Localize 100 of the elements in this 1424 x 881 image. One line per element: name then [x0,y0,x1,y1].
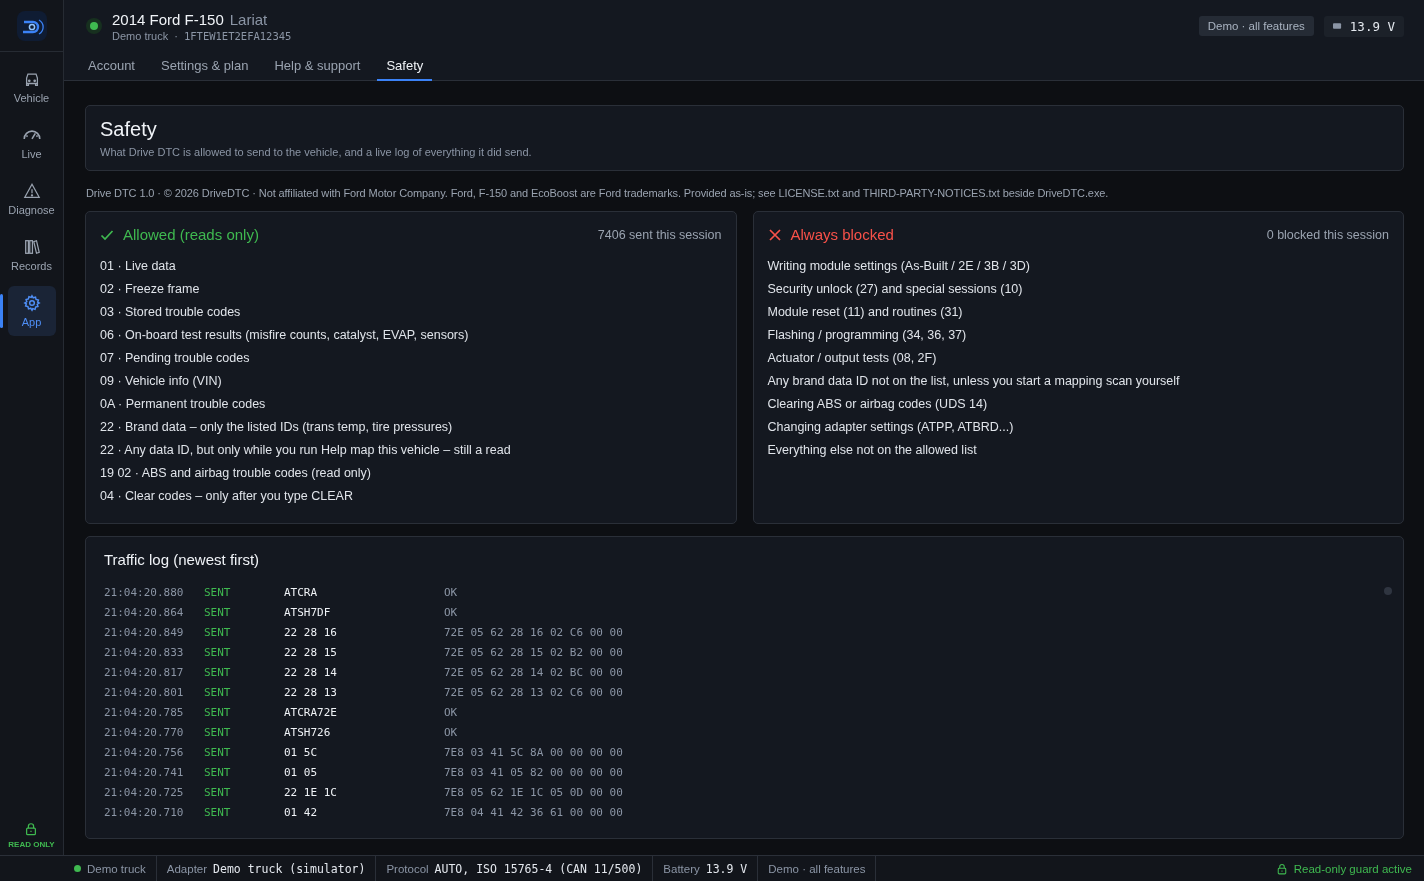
log-status: SENT [204,785,232,799]
nav-item[interactable]: Diagnose [7,174,56,224]
log-time: 21:04:20.741 [104,765,185,779]
log-command: 22 28 13 [284,685,338,699]
log-response: 72E 05 62 28 13 02 C6 00 00 [444,685,623,699]
separator: · [174,29,178,42]
log-response: 72E 05 62 28 14 02 BC 00 00 [444,665,623,679]
panel-title: Allowed (reads only) [123,226,259,243]
gauge-icon [22,130,41,140]
status-value: AUTO, ISO 15765-4 (CAN 11/500) [434,861,643,876]
rule-item: 06 · On-board test results (misfire counts, catalyst, EVAP, sensors) [100,327,470,344]
log-response: 7E8 04 41 42 36 61 00 00 00 [444,805,623,819]
settings-icon [22,294,41,312]
log-status: SENT [204,585,232,599]
log-command: 01 5C [284,745,319,759]
rule-item: Flashing / programming (34, 36, 37) [767,327,968,344]
rule-item: 09 · Vehicle info (VIN) [100,373,223,390]
log-time: 21:04:20.710 [104,805,185,819]
status-label: Protocol [386,862,429,875]
log-time: 21:04:20.864 [104,605,185,619]
session-count: 0 blocked this session [1266,227,1389,242]
log-response: 72E 05 62 28 15 02 B2 00 00 [444,645,623,659]
lock-icon [1275,862,1288,875]
vehicle-trim: Lariat [229,10,268,28]
status-label: Battery [663,862,700,875]
log-status: SENT [204,605,232,619]
tab[interactable]: Account [86,52,144,81]
rule-item: Changing adapter settings (ATPP, ATBRD...) [767,419,1015,436]
warning-icon [22,182,41,200]
rule-item: 07 · Pending trouble codes [100,350,251,367]
rule-item: Writing module settings (As-Built / 2E / 3B / 3D) [767,258,1031,275]
log-time: 21:04:20.785 [104,705,185,719]
log-time: 21:04:20.833 [104,645,185,659]
log-command: ATCRA [284,585,319,599]
rule-item: 22 · Brand data – only the listed IDs (trans temp, tire pressures) [100,419,454,436]
vin-text: 1FTEW1ET2EFA12345 [183,29,292,42]
rule-item: 0A · Permanent trouble codes [100,396,267,413]
tab[interactable]: Help & support [265,52,370,81]
guard-status: Read-only guard active [1293,862,1412,875]
plan-badge: Demo · all features [1198,16,1314,36]
log-command: 01 05 [284,765,319,779]
rule-item: Actuator / output tests (08, 2F) [767,350,938,367]
log-status: SENT [204,645,232,659]
log-time: 21:04:20.801 [104,685,185,699]
scrollbar-thumb[interactable] [1384,587,1392,595]
battery-icon [1332,23,1342,29]
books-icon [22,238,41,256]
log-status: SENT [204,685,232,699]
status-plan: Demo · all features [768,862,866,875]
rule-item: 01 · Live data [100,258,177,275]
log-response: 7E8 03 41 05 82 00 00 00 00 [444,765,623,779]
tab[interactable]: Settings & plan [152,52,258,81]
log-status: SENT [204,805,232,819]
status-value: 13.9 V [705,861,748,876]
tab[interactable]: Safety [377,52,433,81]
status-value: Demo truck (simulator) [213,861,366,876]
log-status: SENT [204,705,232,719]
legal-notice: Drive DTC 1.0 · © 2026 DriveDTC · Not affiliated with Ford Motor Company. Ford, F-150 and EcoBoost are Ford trademarks. Provided as-is; see LICENSE.txt and THIRD-PARTY-NOTICES.txt beside DriveDTC.exe. [86,187,1110,199]
status-vehicle: Demo truck [87,862,146,875]
log-response: 72E 05 62 28 16 02 C6 00 00 [444,625,623,639]
rule-item: Everything else not on the allowed list [767,442,978,459]
cross-icon [767,227,782,242]
rule-item: 22 · Any data ID, but only while you run Help map this vehicle – still a read [100,442,512,459]
rule-item: Module reset (11) and routines (31) [767,304,964,321]
panel-title: Always blocked [790,226,894,243]
session-count: 7406 sent this session [597,227,722,242]
log-command: 22 28 16 [284,625,338,639]
log-status: SENT [204,725,232,739]
rule-item: Any brand data ID not on the list, unless you start a mapping scan yourself [767,373,1181,390]
page-subtitle: What Drive DTC is allowed to send to the vehicle, and a live log of everything it did send. [100,146,533,158]
log-time: 21:04:20.849 [104,625,185,639]
log-command: 22 28 15 [284,645,338,659]
rule-item: 04 · Clear codes – only after you type CLEAR [100,488,354,505]
log-command: ATSH726 [284,725,332,739]
rule-item: Clearing ABS or airbag codes (UDS 14) [767,396,989,413]
log-time: 21:04:20.770 [104,725,185,739]
rule-item: 03 · Stored trouble codes [100,304,242,321]
log-command: ATCRA72E [284,705,338,719]
log-time: 21:04:20.817 [104,665,185,679]
nav-item[interactable]: Records [7,230,56,280]
log-response: OK [444,605,458,619]
active-indicator [0,294,3,328]
nav-item[interactable]: Live [7,118,56,168]
log-time: 21:04:20.880 [104,585,185,599]
read-only-label: READ ONLY [8,840,55,849]
vehicle-title: 2014 Ford F-150 [112,10,224,28]
rule-item: 02 · Freeze frame [100,281,201,298]
rule-item: Security unlock (27) and special sessions (10) [767,281,1024,298]
log-time: 21:04:20.725 [104,785,185,799]
log-time: 21:04:20.756 [104,745,185,759]
log-command: 22 28 14 [284,665,338,679]
log-status: SENT [204,625,232,639]
nav-item[interactable]: Vehicle [7,62,56,112]
log-status: SENT [204,745,232,759]
voltage-reading: 13.9 V [1349,18,1395,34]
log-command: ATSH7DF [284,605,332,619]
lock-icon [24,822,39,836]
log-response: 7E8 03 41 5C 8A 00 00 00 00 [444,745,623,759]
page-title: Safety [100,118,158,141]
log-command: 01 42 [284,805,319,819]
